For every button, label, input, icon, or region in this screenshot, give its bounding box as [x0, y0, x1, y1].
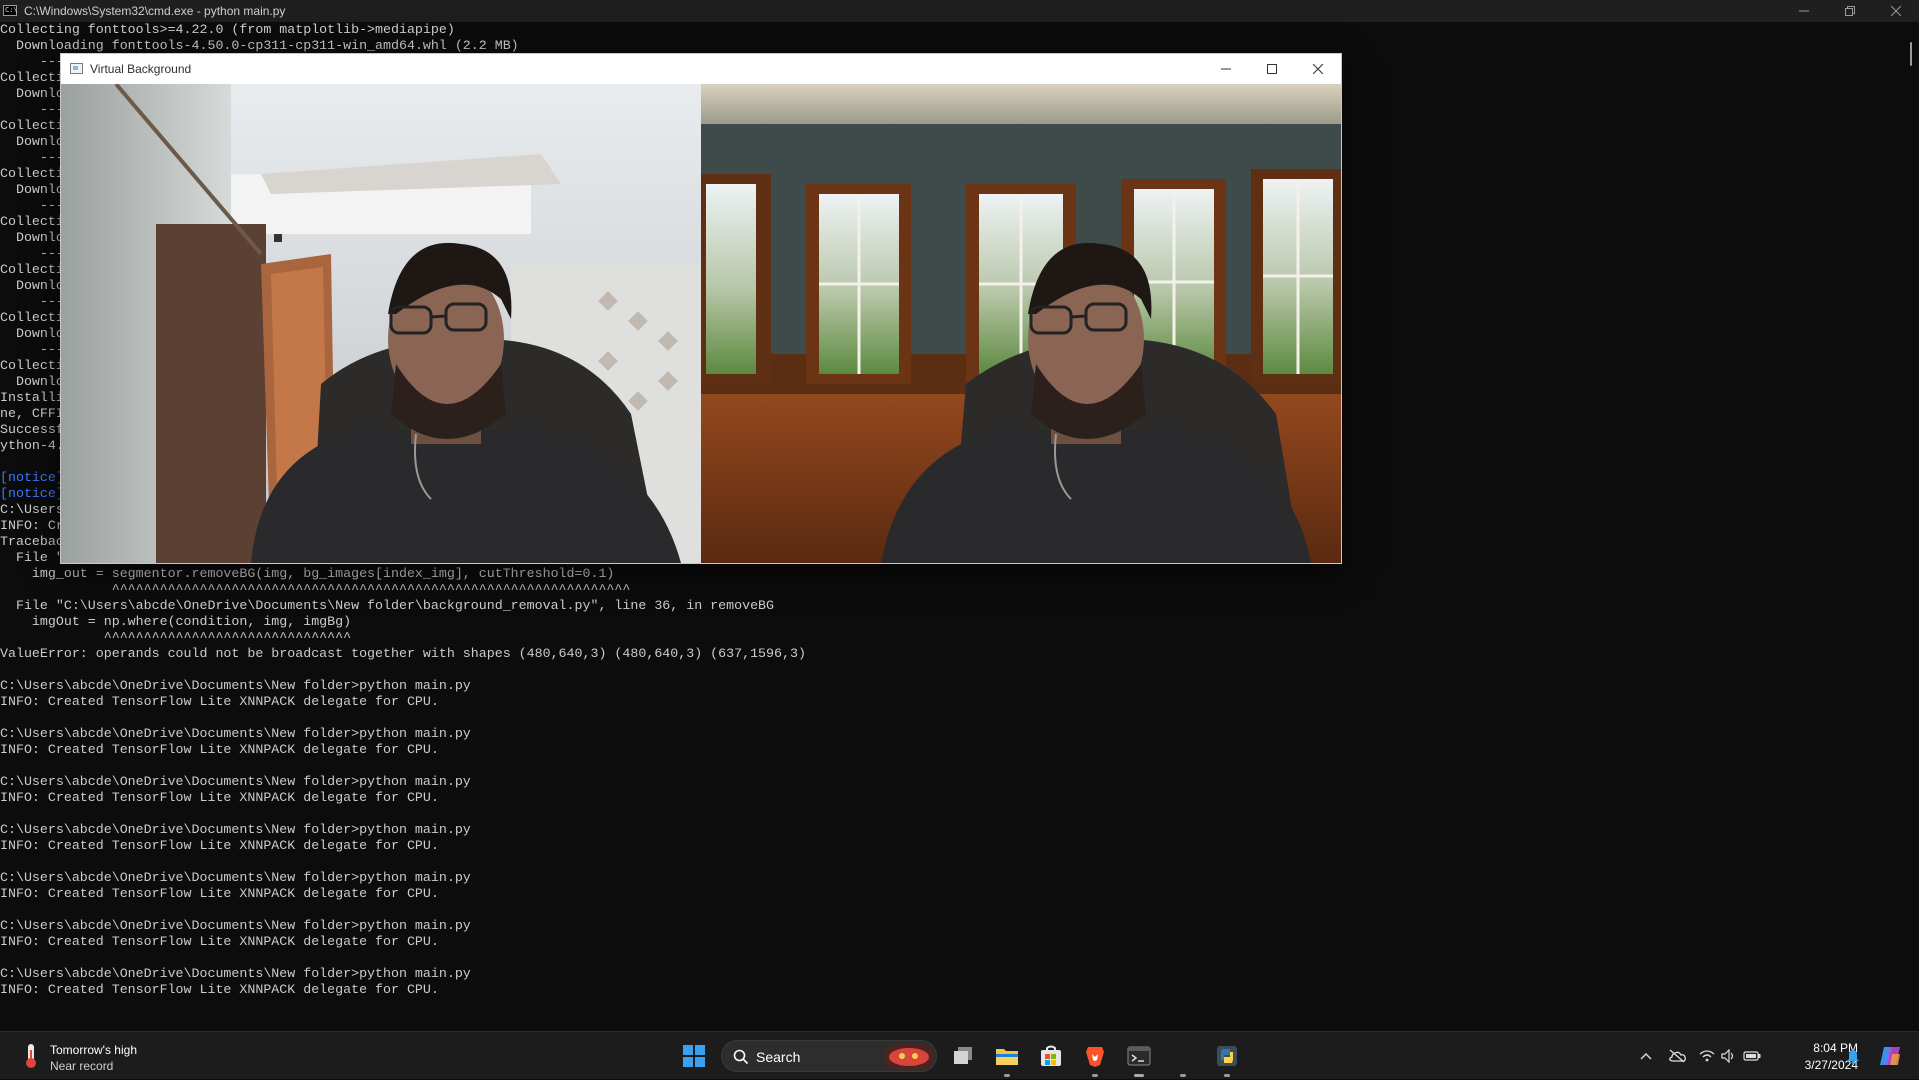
vb-close-button[interactable] — [1295, 54, 1341, 84]
search-highlight-icon — [884, 1044, 934, 1070]
console-line: ^^^^^^^^^^^^^^^^^^^^^^^^^^^^^^^ — [0, 630, 352, 645]
console-line: C:\Users\abcde\OneDrive\Documents\New fo… — [0, 822, 471, 837]
battery-tray-button[interactable] — [1741, 1032, 1763, 1080]
console-line: ValueError: operands could not be broadc… — [0, 646, 806, 661]
copilot-icon — [1880, 1047, 1900, 1065]
virtual-background-output-image — [701, 84, 1341, 563]
vb-minimize-button[interactable] — [1203, 54, 1249, 84]
console-restore-button[interactable] — [1827, 0, 1873, 22]
running-indicator — [1092, 1074, 1098, 1077]
console-line: Collecting fonttools>=4.22.0 (from matpl… — [0, 22, 455, 37]
restore-icon — [1845, 6, 1855, 16]
console-line: C:\Users\abcde\OneDrive\Documents\New fo… — [0, 678, 471, 693]
console-line: INFO: Created TensorFlow Lite XNNPACK de… — [0, 838, 439, 853]
search-box[interactable]: Search — [721, 1040, 937, 1072]
chevron-up-icon — [1640, 1053, 1652, 1060]
brave-browser-button[interactable] — [1078, 1032, 1112, 1080]
thermometer-icon — [26, 1044, 36, 1068]
battery-charging-icon — [1743, 1051, 1761, 1061]
onedrive-tray-button[interactable] — [1666, 1032, 1688, 1080]
console-line: C:\Users\abcde\OneDrive\Documents\New fo… — [0, 774, 471, 789]
folder-icon — [996, 1049, 1018, 1065]
close-icon — [1313, 64, 1323, 74]
console-line: C:\Users\abcde\OneDrive\Documents\New fo… — [0, 870, 471, 885]
vb-maximize-button[interactable] — [1249, 54, 1295, 84]
cmd-icon: C:\ — [3, 5, 18, 16]
cloud-off-icon — [1669, 1049, 1686, 1063]
console-title: C:\Windows\System32\cmd.exe - python mai… — [24, 4, 286, 18]
wifi-icon — [1699, 1050, 1715, 1062]
weather-widget[interactable] — [14, 1032, 48, 1080]
console-titlebar[interactable]: C:\ C:\Windows\System32\cmd.exe - python… — [0, 0, 1919, 22]
console-line: INFO: Created TensorFlow Lite XNNPACK de… — [0, 790, 439, 805]
console-minimize-button[interactable] — [1781, 0, 1827, 22]
file-explorer-button[interactable] — [990, 1032, 1024, 1080]
console-line: C:\Users\abcde\OneDrive\Documents\New fo… — [0, 918, 471, 933]
volume-tray-button[interactable] — [1719, 1032, 1739, 1080]
blank-window-button[interactable] — [1166, 1032, 1200, 1080]
running-indicator — [1224, 1074, 1230, 1077]
taskbar: Tomorrow's high Near record Search 8:04 … — [0, 1031, 1919, 1079]
close-icon — [1891, 6, 1901, 16]
console-line: imgOut = np.where(condition, img, imgBg) — [0, 614, 352, 629]
store-button[interactable] — [1034, 1032, 1068, 1080]
console-line: ^^^^^^^^^^^^^^^^^^^^^^^^^^^^^^^^^^^^^^^^… — [0, 582, 631, 597]
task-view-icon — [954, 1047, 972, 1064]
console-line: Downloading fonttools-4.50.0-cp311-cp311… — [0, 38, 519, 53]
network-tray-button[interactable] — [1697, 1032, 1717, 1080]
vb-video-area — [61, 84, 1341, 563]
console-line: INFO: Created TensorFlow Lite XNNPACK de… — [0, 934, 439, 949]
terminal-button[interactable] — [1122, 1032, 1156, 1080]
console-close-button[interactable] — [1873, 0, 1919, 22]
terminal-icon — [1127, 1046, 1151, 1066]
weather-subtitle[interactable]: Near record — [50, 1059, 113, 1073]
virtual-background-window[interactable]: Virtual Background — [60, 53, 1342, 564]
console-line: File "C:\Users\abcde\OneDrive\Documents\… — [0, 598, 775, 613]
python-icon — [1217, 1046, 1237, 1066]
webcam-frame-image — [61, 84, 701, 563]
active-indicator — [1134, 1074, 1144, 1077]
console-line: INFO: Created TensorFlow Lite XNNPACK de… — [0, 982, 439, 997]
speaker-icon — [1721, 1049, 1734, 1063]
minimize-icon — [1221, 68, 1231, 70]
notifications-button[interactable] — [1843, 1032, 1863, 1080]
brave-lion-icon — [1086, 1047, 1104, 1067]
running-indicator — [1180, 1074, 1186, 1077]
store-icon — [1041, 1045, 1061, 1066]
search-icon — [733, 1049, 749, 1065]
python-window-button[interactable] — [1210, 1032, 1244, 1080]
search-placeholder[interactable]: Search — [756, 1049, 800, 1065]
task-view-button[interactable] — [946, 1032, 980, 1080]
console-line: C:\Users\abcde\OneDrive\Documents\New fo… — [0, 726, 471, 741]
weather-title[interactable]: Tomorrow's high — [50, 1043, 137, 1057]
maximize-icon — [1267, 64, 1277, 74]
minimize-icon — [1799, 10, 1809, 12]
start-button[interactable] — [676, 1032, 712, 1080]
vb-titlebar[interactable]: Virtual Background — [61, 54, 1341, 84]
window-app-icon — [70, 63, 83, 74]
show-hidden-icons-button[interactable] — [1636, 1032, 1656, 1080]
vb-title: Virtual Background — [90, 62, 192, 76]
console-line: INFO: Created TensorFlow Lite XNNPACK de… — [0, 886, 439, 901]
running-indicator — [1004, 1074, 1010, 1077]
copilot-button[interactable] — [1874, 1032, 1906, 1080]
console-scrollbar[interactable] — [1910, 42, 1912, 66]
windows-start-icon — [683, 1045, 705, 1067]
console-line: C:\Users\abcde\OneDrive\Documents\New fo… — [0, 966, 471, 981]
console-line: img_out = segmentor.removeBG(img, bg_ima… — [0, 566, 615, 581]
bell-icon — [1847, 1050, 1859, 1064]
console-line: INFO: Created TensorFlow Lite XNNPACK de… — [0, 742, 439, 757]
console-line: INFO: Created TensorFlow Lite XNNPACK de… — [0, 694, 439, 709]
